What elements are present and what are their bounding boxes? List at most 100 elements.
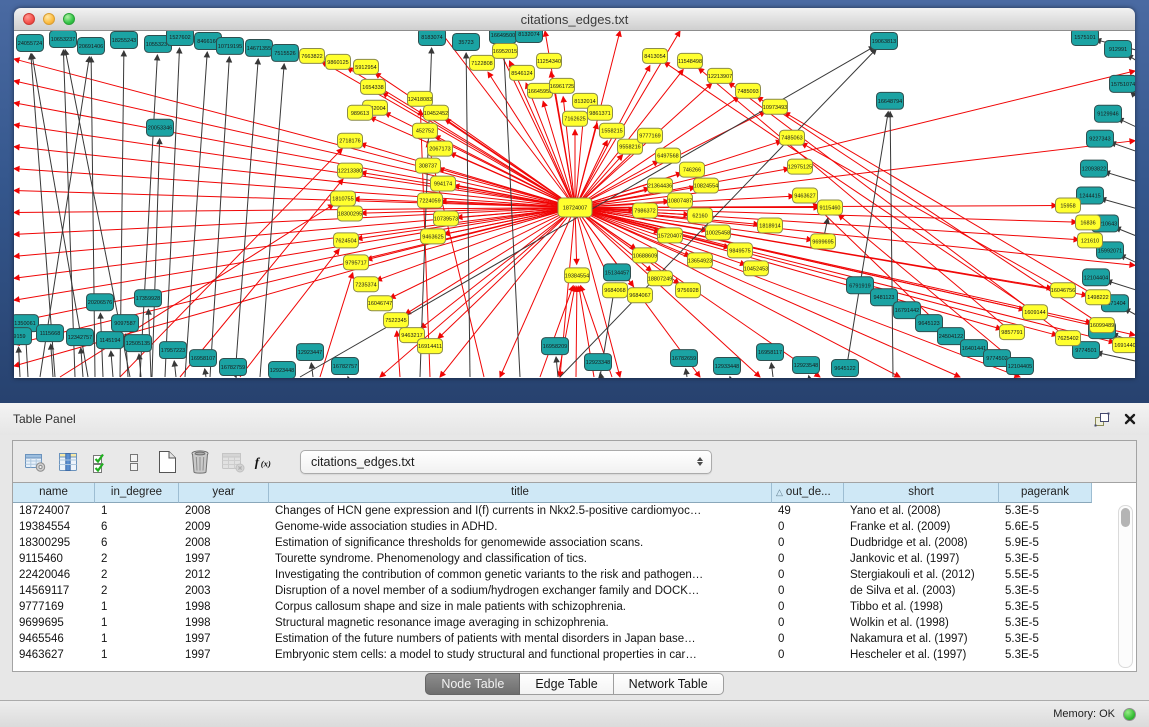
table-cell[interactable]: 5.3E-5 [999,631,1092,647]
graph-node[interactable]: 9645122 [832,360,859,377]
graph-node[interactable]: 15958 [1056,198,1081,213]
table-cell[interactable]: 2 [95,567,179,583]
graph-node[interactable]: 12093822 [1081,160,1108,177]
zoom-window-button[interactable] [63,13,75,25]
table-cell[interactable]: 0 [772,615,844,631]
table-cell[interactable]: 5.3E-5 [999,615,1092,631]
graph-node[interactable]: 121610 [1078,233,1103,248]
table-cell[interactable]: Nakamura et al. (1997) [844,631,999,647]
graph-node[interactable]: 912991 [1105,40,1132,57]
graph-node[interactable]: 15134457 [604,264,631,281]
table-cell[interactable]: 1 [95,647,179,663]
table-cell[interactable]: 5.3E-5 [999,647,1092,663]
graph-node[interactable]: 1575101 [1072,31,1099,45]
graph-node[interactable]: 14671355 [246,39,273,56]
graph-node[interactable]: 7663822 [300,48,325,63]
table-cell[interactable]: 49 [772,503,844,519]
graph-node[interactable]: 7485063 [780,130,805,145]
minimize-window-button[interactable] [43,13,55,25]
table-cell[interactable]: 6 [95,535,179,551]
graph-node[interactable]: 989613 [348,105,373,120]
graph-node[interactable]: 7224059 [418,193,443,208]
graph-node[interactable]: 7235374 [354,277,379,292]
delete-columns-icon[interactable] [187,449,213,475]
graph-node[interactable]: 10824554 [694,178,719,193]
graph-node[interactable]: 1609144 [1023,305,1048,320]
table-cell[interactable]: Stergiakouli et al. (2012) [844,567,999,583]
graph-node[interactable]: 9857791 [1000,325,1025,340]
column-header-in_degree[interactable]: in_degree [95,483,179,503]
graph-node[interactable]: 15751074 [1110,75,1136,92]
graph-node[interactable]: 7515526 [272,44,299,61]
graph-node[interactable]: 9849575 [728,243,753,258]
table-cell[interactable]: 0 [772,583,844,599]
graph-node[interactable]: 8413054 [643,48,668,63]
graph-node[interactable]: 10025458 [706,225,731,240]
graph-node[interactable]: 9684068 [603,283,628,298]
table-cell[interactable]: 19384554 [13,519,95,535]
table-cell[interactable]: Changes of HCN gene expression and I(f) … [269,503,772,519]
graph-node[interactable]: 16958117 [757,344,784,361]
close-panel-icon[interactable] [1124,413,1136,425]
graph-node[interactable]: 16645950 [528,83,553,98]
close-window-button[interactable] [23,13,35,25]
graph-node[interactable]: 16958107 [190,350,217,367]
table-row[interactable]: 946362711997Embryonic stem cells: a mode… [13,647,1136,663]
table-cell[interactable]: 9699695 [13,615,95,631]
graph-node[interactable]: 452752 [413,123,438,138]
graph-node[interactable]: 10653237 [50,31,77,47]
graph-node[interactable]: 16952015 [493,43,518,58]
table-cell[interactable]: 5.3E-5 [999,551,1092,567]
table-cell[interactable]: Genome-wide association studies in ADHD. [269,519,772,535]
graph-node[interactable]: 16782759 [220,359,247,376]
graph-node[interactable]: 8183074 [419,31,446,45]
graph-node[interactable]: 17957223 [160,342,187,359]
column-header-title[interactable]: title [269,483,772,503]
graph-node[interactable]: 12104405 [1007,358,1034,375]
table-cell[interactable]: Wolkin et al. (1998) [844,615,999,631]
graph-node[interactable]: 308737 [416,158,441,173]
table-cell[interactable]: 1 [95,599,179,615]
graph-node[interactable]: 1691440 [1113,338,1136,353]
table-row[interactable]: 969969511998Structural magnetic resonanc… [13,615,1136,631]
graph-node[interactable]: 12933448 [714,358,741,375]
graph-node[interactable]: 12923348 [585,354,612,371]
table-cell[interactable]: 1997 [179,551,269,567]
tab-network-table[interactable]: Network Table [614,673,724,695]
graph-node[interactable]: 16961725 [550,78,575,93]
window-titlebar[interactable]: citations_edges.txt [14,8,1135,31]
table-cell[interactable]: Hescheler et al. (1997) [844,647,999,663]
network-graph-svg[interactable]: 1872400724055724106532372069140618255243… [14,31,1135,378]
graph-node[interactable]: 19063813 [871,32,898,49]
table-cell[interactable]: 2 [95,583,179,599]
function-builder-icon[interactable]: f (x) [253,449,279,475]
graph-node[interactable]: 18300295 [338,206,363,221]
table-row[interactable]: 946554611997Estimation of the future num… [13,631,1136,647]
select-all-rows-icon[interactable] [88,449,114,475]
graph-node[interactable]: 17359928 [135,290,162,307]
graph-node[interactable]: 12342757 [67,329,94,346]
graph-node[interactable]: 9861371 [588,105,613,120]
graph-node[interactable]: 11548498 [678,53,703,68]
graph-node[interactable]: 10807487 [668,193,693,208]
table-cell[interactable]: 0 [772,631,844,647]
table-row[interactable]: 2242004622012Investigating the contribut… [13,567,1136,583]
table-cell[interactable]: 2009 [179,519,269,535]
graph-node[interactable]: 9481123 [871,289,898,306]
table-cell[interactable]: 1997 [179,631,269,647]
table-cell[interactable]: 5.3E-5 [999,503,1092,519]
table-cell[interactable]: Dudbridge et al. (2008) [844,535,999,551]
graph-node[interactable]: 10452452 [424,105,449,120]
graph-node[interactable]: 16914411 [418,339,443,354]
graph-node[interactable]: 1654338 [361,79,386,94]
tab-node-table[interactable]: Node Table [425,673,520,695]
column-header-year[interactable]: year [179,483,269,503]
table-cell[interactable]: Tibbo et al. (1998) [844,599,999,615]
graph-node[interactable]: 9756928 [676,283,701,298]
table-settings-icon[interactable] [22,449,48,475]
graph-node[interactable]: 9777169 [638,128,663,143]
graph-node[interactable]: 12104404 [1083,269,1110,286]
graph-node[interactable]: 20053346 [147,119,174,136]
table-cell[interactable]: Tourette syndrome. Phenomenology and cla… [269,551,772,567]
table-cell[interactable]: 1 [95,615,179,631]
